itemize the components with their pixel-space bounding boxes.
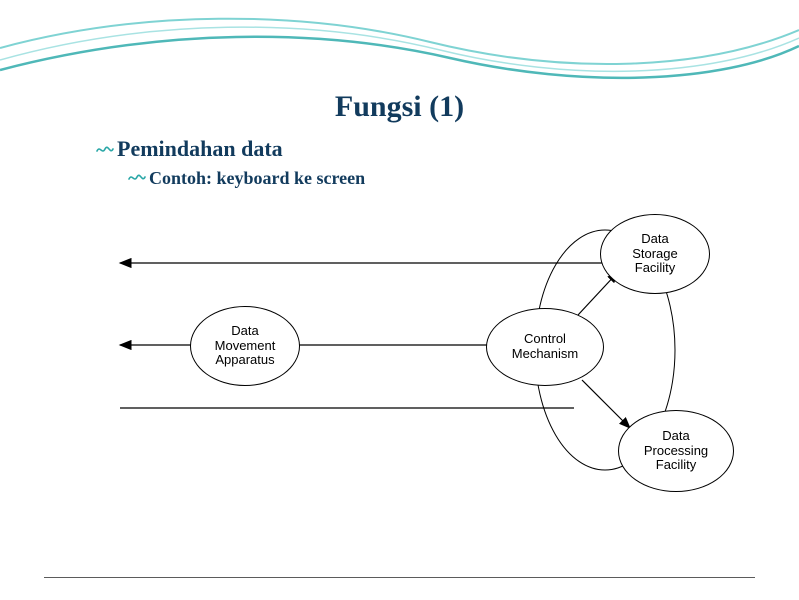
node-storage: DataStorageFacility	[600, 214, 710, 294]
node-processing: DataProcessingFacility	[618, 410, 734, 492]
node-movement-label: DataMovementApparatus	[215, 324, 276, 369]
bullet2-text: Contoh: keyboard ke screen	[149, 168, 365, 188]
node-control: ControlMechanism	[486, 308, 604, 386]
bullet-level1: Pemindahan data	[96, 136, 283, 162]
bullet-wing-icon	[96, 136, 114, 161]
bullet1-text: Pemindahan data	[117, 136, 283, 161]
node-processing-label: DataProcessingFacility	[644, 429, 708, 474]
bullet-wing-icon	[128, 171, 146, 188]
diagram: DataStorageFacility DataMovementApparatu…	[0, 200, 799, 560]
slide: Fungsi (1) Pemindahan data Contoh: keybo…	[0, 0, 799, 600]
node-storage-label: DataStorageFacility	[632, 232, 678, 277]
footer-divider	[44, 577, 755, 578]
node-movement: DataMovementApparatus	[190, 306, 300, 386]
page-title: Fungsi (1)	[0, 90, 799, 124]
bullet-level2: Contoh: keyboard ke screen	[128, 168, 365, 189]
node-control-label: ControlMechanism	[512, 332, 578, 362]
